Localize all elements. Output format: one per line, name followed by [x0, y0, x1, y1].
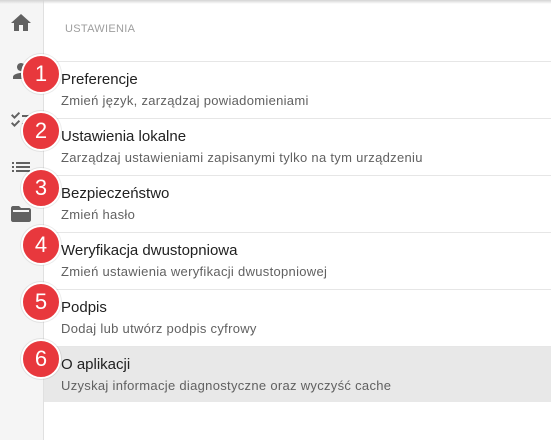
- item-subtitle: Uzyskaj informacje diagnostyczne oraz wy…: [61, 378, 392, 393]
- home-icon[interactable]: [8, 10, 34, 36]
- step-badge-4: 4: [21, 225, 61, 265]
- top-shadow: [0, 0, 551, 4]
- step-badge-3: 3: [21, 168, 61, 208]
- item-title: O aplikacji: [61, 356, 131, 373]
- settings-item-preferences[interactable]: Preferencje Zmień język, zarządzaj powia…: [44, 61, 551, 117]
- step-badge-1: 1: [21, 54, 61, 94]
- settings-item-security[interactable]: Bezpieczeństwo Zmień hasło: [44, 175, 551, 231]
- settings-item-signature[interactable]: Podpis Dodaj lub utwórz podpis cyfrowy: [44, 289, 551, 345]
- settings-panel: USTAWIENIA Preferencje Zmień język, zarz…: [44, 0, 551, 440]
- item-subtitle: Zarządzaj ustawieniami zapisanymi tylko …: [61, 150, 423, 165]
- step-badge-2: 2: [21, 111, 61, 151]
- item-subtitle: Zmień ustawienia weryfikacji dwustopniow…: [61, 264, 328, 279]
- item-title: Bezpieczeństwo: [61, 185, 170, 202]
- step-badge-6: 6: [21, 339, 61, 379]
- item-title: Preferencje: [61, 71, 138, 88]
- item-subtitle: Zmień język, zarządzaj powiadomieniami: [61, 93, 309, 108]
- item-title: Weryfikacja dwustopniowa: [61, 242, 238, 259]
- item-title: Podpis: [61, 299, 107, 316]
- section-title: USTAWIENIA: [65, 23, 136, 35]
- item-subtitle: Zmień hasło: [61, 207, 136, 222]
- settings-item-about[interactable]: O aplikacji Uzyskaj informacje diagnosty…: [44, 346, 551, 402]
- step-badge-5: 5: [21, 282, 61, 322]
- settings-item-two-factor[interactable]: Weryfikacja dwustopniowa Zmień ustawieni…: [44, 232, 551, 288]
- settings-item-local-settings[interactable]: Ustawienia lokalne Zarządzaj ustawieniam…: [44, 118, 551, 174]
- item-title: Ustawienia lokalne: [61, 128, 187, 145]
- item-subtitle: Dodaj lub utwórz podpis cyfrowy: [61, 321, 257, 336]
